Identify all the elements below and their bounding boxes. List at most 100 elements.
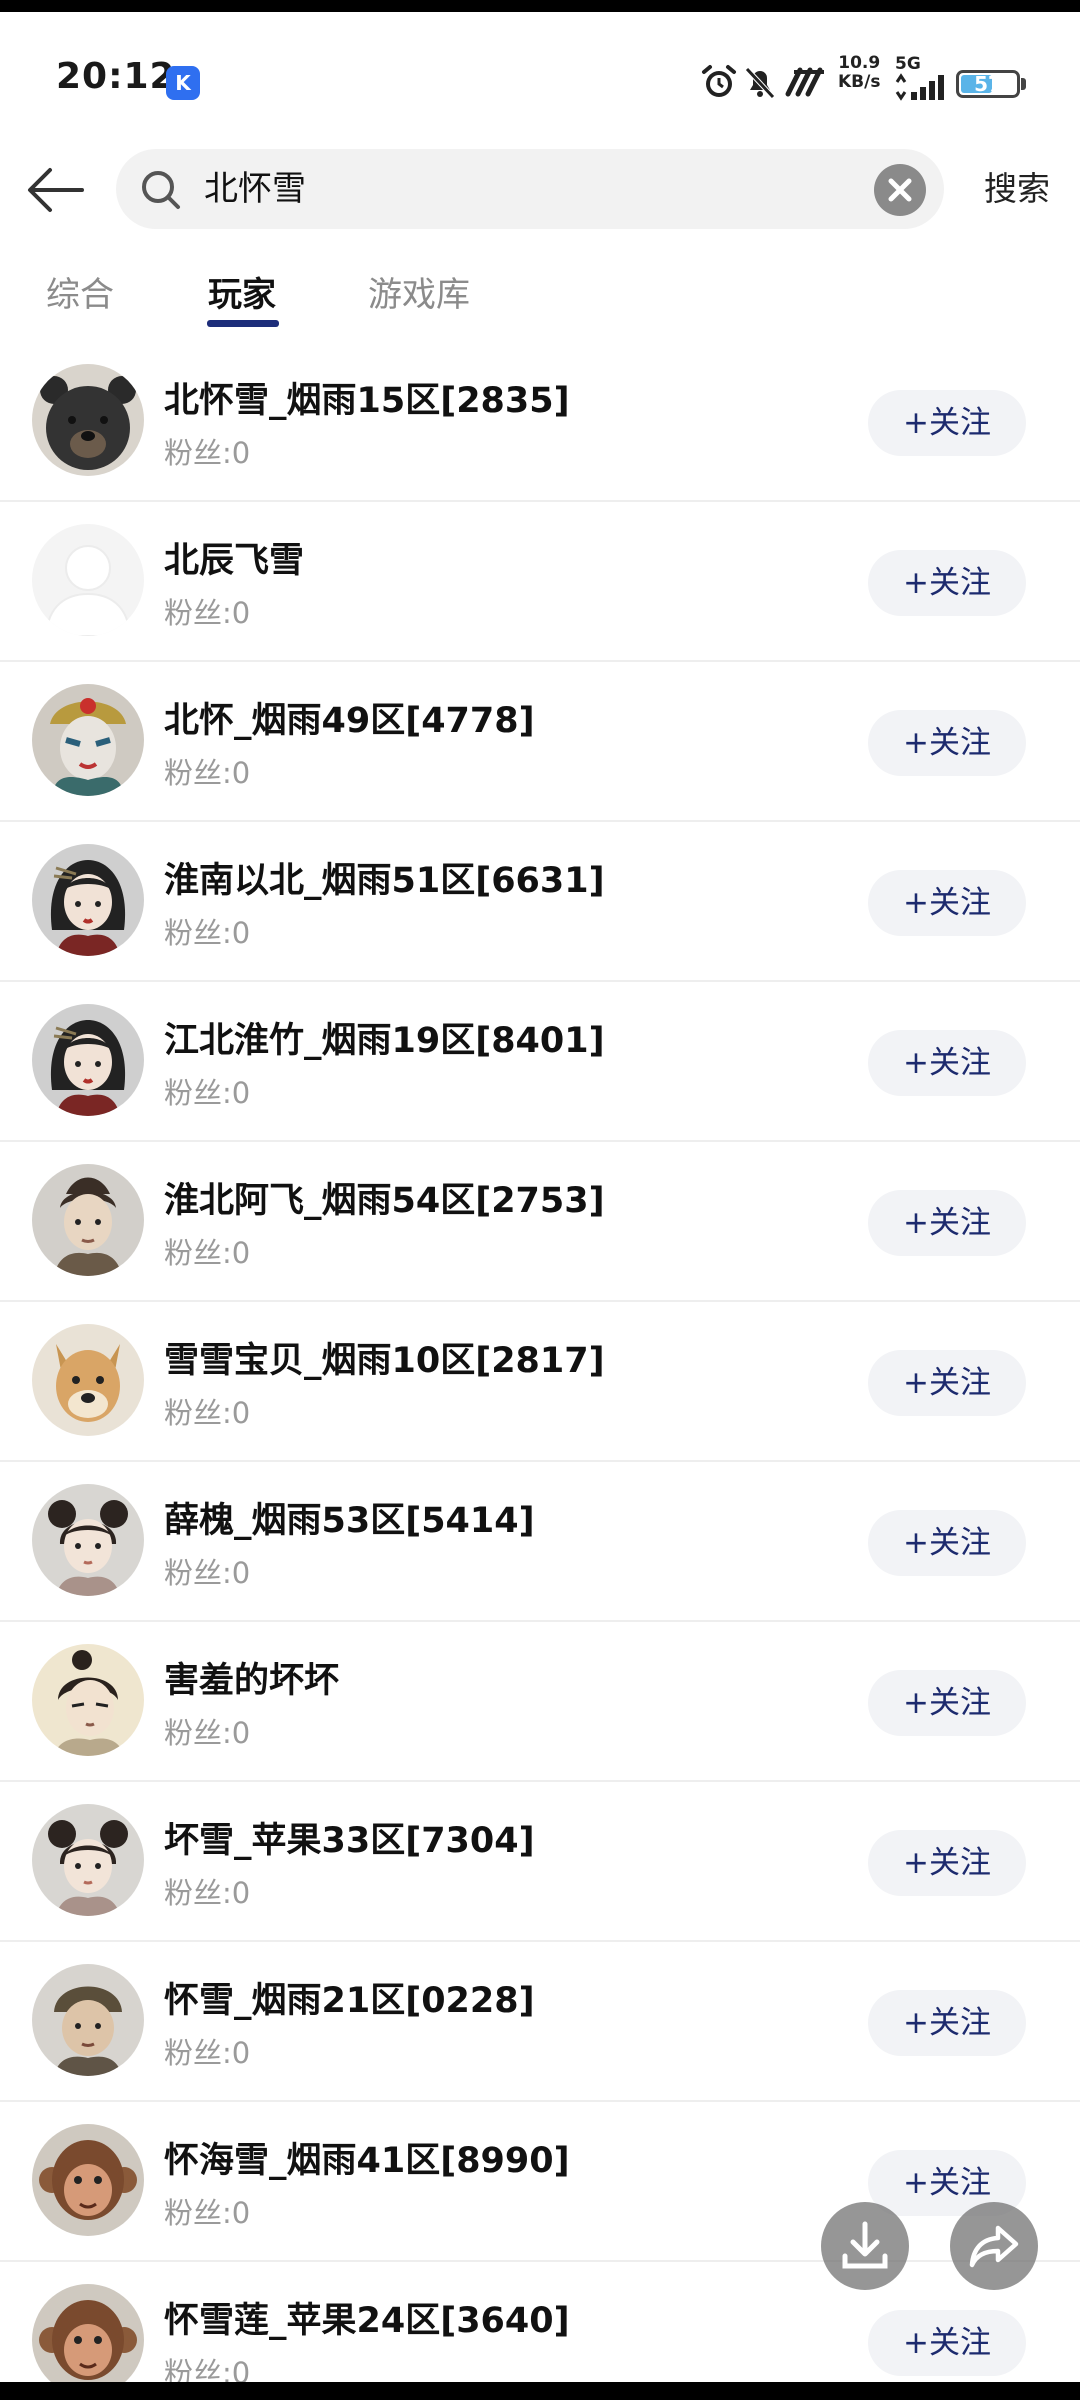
avatar-girl-buns-icon: [32, 1804, 144, 1916]
player-avatar[interactable]: [32, 524, 144, 636]
avatar-boy-hat-icon: [32, 1964, 144, 2076]
search-input[interactable]: [204, 149, 824, 229]
player-avatar[interactable]: [32, 1324, 144, 1436]
battery-percent: 57: [974, 72, 1002, 96]
player-avatar[interactable]: [32, 1164, 144, 1276]
player-row[interactable]: 坏雪_苹果33区[7304] 粉丝:0 +关注: [0, 1782, 1080, 1942]
player-name[interactable]: 怀雪莲_苹果24区[3640]: [164, 2292, 570, 2343]
player-row[interactable]: 害羞的坏坏 粉丝:0 +关注: [0, 1622, 1080, 1782]
player-name[interactable]: 坏雪_苹果33区[7304]: [164, 1812, 535, 1863]
follow-button[interactable]: +关注: [868, 550, 1026, 616]
app-notification-icon: K: [166, 66, 200, 100]
follow-button[interactable]: +关注: [868, 1350, 1026, 1416]
tab-game-library[interactable]: 游戏库: [368, 266, 470, 324]
player-fans-count: 粉丝:0: [164, 916, 251, 950]
tab-players[interactable]: 玩家: [208, 266, 276, 324]
avatar-young-man-icon: [32, 1164, 144, 1276]
player-avatar[interactable]: [32, 1484, 144, 1596]
status-bar: 20:12 K 10.9 KB/s 5G 57: [0, 12, 1080, 134]
player-fans-count: 粉丝:0: [164, 756, 251, 790]
player-name[interactable]: 雪雪宝贝_烟雨10区[2817]: [164, 1332, 605, 1383]
player-row[interactable]: 北怀_烟雨49区[4778] 粉丝:0 +关注: [0, 662, 1080, 822]
app-logo-icon: [785, 67, 824, 97]
search-icon: [142, 171, 180, 209]
clear-search-button[interactable]: [874, 164, 926, 216]
player-name[interactable]: 薛槐_烟雨53区[5414]: [164, 1492, 535, 1543]
player-row[interactable]: 北辰飞雪粉丝:0 +关注: [0, 502, 1080, 662]
player-row[interactable]: 怀雪_烟雨21区[0228] 粉丝:0 +关注: [0, 1942, 1080, 2102]
follow-button[interactable]: +关注: [868, 870, 1026, 936]
player-fans-count: 粉丝:0: [164, 1076, 251, 1110]
player-fans-count: 粉丝:0: [164, 2196, 251, 2230]
avatar-woman-hairpin-icon: [32, 1004, 144, 1116]
player-avatar[interactable]: [32, 2124, 144, 2236]
follow-button[interactable]: +关注: [868, 1510, 1026, 1576]
network-speed-unit: KB/s: [838, 72, 881, 92]
player-avatar[interactable]: [32, 1004, 144, 1116]
avatar-dog-icon: [32, 1324, 144, 1436]
player-name[interactable]: 江北淮竹_烟雨19区[8401]: [164, 1012, 605, 1063]
player-fans-count: 粉丝:0: [164, 596, 251, 630]
player-row[interactable]: 淮南以北_烟雨51区[6631] 粉丝:0 +关注: [0, 822, 1080, 982]
alarm-icon: [702, 65, 736, 97]
bottom-edge: [0, 2382, 1080, 2400]
player-avatar[interactable]: [32, 844, 144, 956]
player-name[interactable]: 淮南以北_烟雨51区[6631]: [164, 852, 605, 903]
download-button[interactable]: [821, 2202, 909, 2290]
active-tab-indicator: [207, 320, 279, 327]
follow-button[interactable]: +关注: [868, 1670, 1026, 1736]
player-row[interactable]: 薛槐_烟雨53区[5414] 粉丝:0 +关注: [0, 1462, 1080, 1622]
player-name[interactable]: 怀海雪_烟雨41区[8990]: [164, 2132, 570, 2183]
player-row[interactable]: 怀海雪_烟雨41区[8990] 粉丝:0 +关注: [0, 2102, 1080, 2262]
follow-button[interactable]: +关注: [868, 1190, 1026, 1256]
share-button[interactable]: [950, 2202, 1038, 2290]
follow-button[interactable]: +关注: [868, 390, 1026, 456]
player-row[interactable]: 北怀雪_烟雨15区[2835] 粉丝:0 +关注: [0, 342, 1080, 502]
back-arrow-icon[interactable]: [24, 162, 92, 218]
avatar-monkey-icon: [32, 2124, 144, 2236]
player-row[interactable]: 雪雪宝贝_烟雨10区[2817] 粉丝:0 +关注: [0, 1302, 1080, 1462]
player-name[interactable]: 北怀雪_烟雨15区[2835]: [164, 372, 570, 423]
player-name[interactable]: 淮北阿飞_烟雨54区[2753]: [164, 1172, 605, 1223]
download-icon: [842, 2221, 888, 2269]
player-fans-count: 粉丝:0: [164, 1236, 251, 1270]
follow-button[interactable]: +关注: [868, 710, 1026, 776]
player-avatar[interactable]: [32, 684, 144, 796]
follow-button[interactable]: +关注: [868, 1990, 1026, 2056]
follow-button[interactable]: +关注: [868, 1830, 1026, 1896]
avatar-man-topknot-icon: [32, 1644, 144, 1756]
avatar-girl-buns-icon: [32, 1484, 144, 1596]
tab-overview[interactable]: 综合: [46, 266, 114, 324]
player-fans-count: 粉丝:0: [164, 436, 251, 470]
player-avatar[interactable]: [32, 364, 144, 476]
player-avatar[interactable]: [32, 1804, 144, 1916]
network-speed: 10.9 KB/s: [838, 54, 880, 92]
search-button[interactable]: 搜索: [972, 162, 1062, 216]
avatar-default-icon: [32, 524, 144, 636]
player-avatar[interactable]: [32, 2284, 144, 2382]
player-row[interactable]: 怀雪莲_苹果24区[3640] 粉丝:0 +关注: [0, 2262, 1080, 2382]
player-fans-count: 粉丝:0: [164, 2356, 251, 2382]
player-fans-count: 粉丝:0: [164, 1396, 251, 1430]
follow-button[interactable]: +关注: [868, 2310, 1026, 2376]
avatar-opera-mask-icon: [32, 684, 144, 796]
player-result-list: 北怀雪_烟雨15区[2835] 粉丝:0 +关注 北辰飞雪 粉丝:0 +关注 北怀_烟雨49…: [0, 342, 1080, 2382]
player-row[interactable]: 江北淮竹_烟雨19区[8401] 粉丝:0 +关注: [0, 982, 1080, 1142]
follow-button[interactable]: +关注: [868, 1030, 1026, 1096]
player-avatar[interactable]: [32, 1964, 144, 2076]
player-fans-count: 粉丝:0: [164, 1556, 251, 1590]
player-fans-count: 粉丝:0: [164, 2036, 251, 2070]
player-name[interactable]: 北怀_烟雨49区[4778]: [164, 692, 535, 743]
player-avatar[interactable]: [32, 1644, 144, 1756]
network-speed-value: 10.9: [838, 53, 881, 73]
player-name[interactable]: 害羞的坏坏: [164, 1652, 339, 1703]
player-name[interactable]: 怀雪_烟雨21区[0228]: [164, 1972, 535, 2023]
battery-tip: [1021, 78, 1026, 90]
player-row[interactable]: 淮北阿飞_烟雨54区[2753] 粉丝:0 +关注: [0, 1142, 1080, 1302]
player-name[interactable]: 北辰飞雪: [164, 532, 304, 583]
battery-icon: 57: [956, 70, 1020, 98]
avatar-bear-icon: [32, 364, 144, 476]
player-fans-count: 粉丝:0: [164, 1876, 251, 1910]
avatar-woman-hairpin-icon: [32, 844, 144, 956]
avatar-monkey-icon: [32, 2284, 144, 2382]
